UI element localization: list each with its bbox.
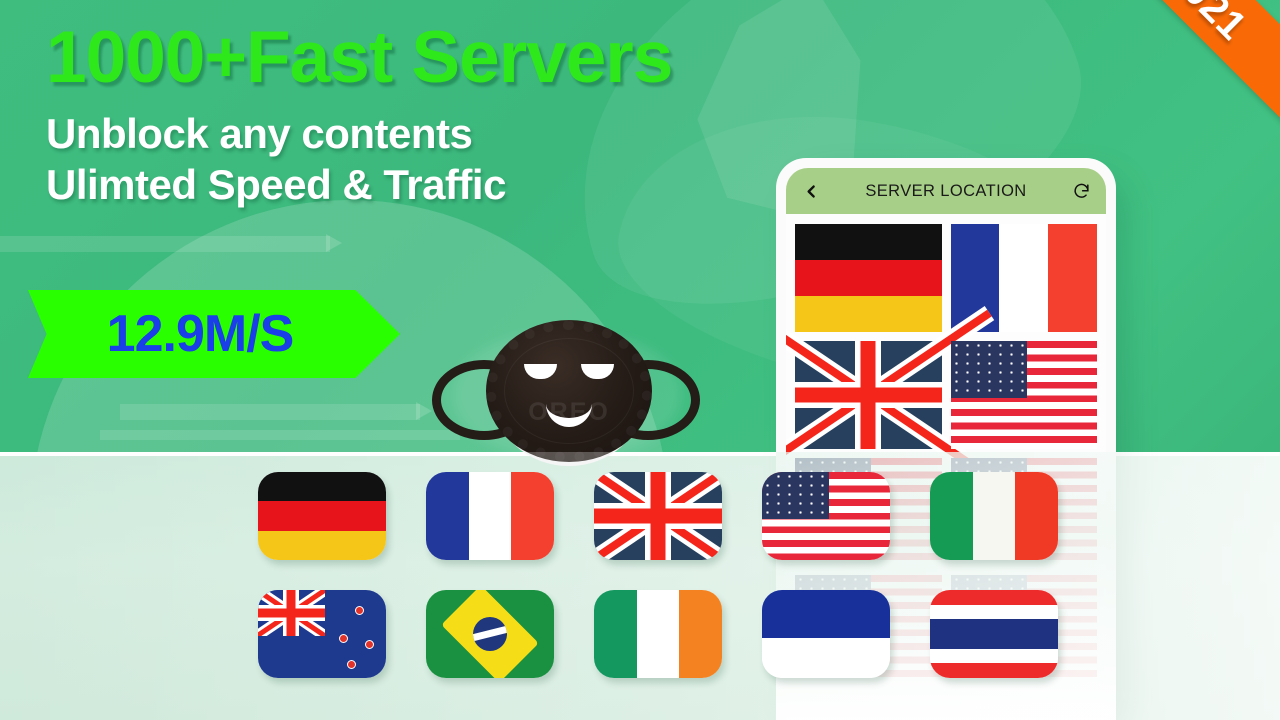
germany-flag-tile (258, 472, 386, 560)
france-flag-tile (426, 472, 554, 560)
chevron-left-icon[interactable] (798, 178, 824, 204)
speed-badge: 12.9M/S (28, 290, 400, 378)
oreo-mascot: OREO (432, 316, 700, 466)
united-kingdom-flag-tile (594, 472, 722, 560)
new-zealand-flag-tile (258, 590, 386, 678)
promo-banner: OREO SERVER LOCATION freeGermanyfreeFran… (0, 0, 1280, 720)
app-bar-title: SERVER LOCATION (865, 181, 1027, 200)
app-bar: SERVER LOCATION (786, 168, 1106, 214)
background-stripe (100, 430, 460, 440)
background-stripe (0, 236, 330, 252)
brazil-flag-tile (426, 590, 554, 678)
cookie-emboss-ring (504, 338, 634, 444)
server-card[interactable]: freeUnited KiongdomLondon (786, 306, 995, 484)
server-card[interactable]: freeGermany (795, 224, 942, 332)
flag-tile-grid (258, 472, 1098, 708)
server-card[interactable]: freeUnited StatesAshburn (950, 341, 1097, 449)
ireland-flag-tile (594, 590, 722, 678)
background-arrow-icon (326, 234, 342, 252)
headline-subtitle-2: Ulimted Speed & Traffic (46, 160, 506, 208)
speed-badge-value: 12.9M/S (106, 305, 295, 363)
year-ribbon-label: 2021 (1158, 0, 1256, 49)
server-flag-icon (950, 341, 1097, 449)
cookie-face: OREO (486, 320, 652, 462)
united-states-flag-tile (762, 472, 890, 560)
headline-block: 1000+Fast Servers Unblock any contents U… (46, 17, 766, 210)
server-flag-icon (786, 306, 995, 484)
thailand-flag-tile (930, 590, 1058, 678)
refresh-icon[interactable] (1068, 178, 1094, 204)
server-flag-icon (950, 224, 1097, 332)
page-title: 1000+Fast Servers (46, 17, 673, 98)
year-ribbon: 2021 (1078, 0, 1280, 129)
background-stripe (120, 404, 420, 420)
blue-white-flag-tile (762, 590, 890, 678)
headline-subtitle-1: Unblock any contents (46, 109, 473, 157)
server-flag-icon (795, 224, 942, 332)
italy-flag-tile (930, 472, 1058, 560)
background-arrow-icon (416, 402, 432, 420)
